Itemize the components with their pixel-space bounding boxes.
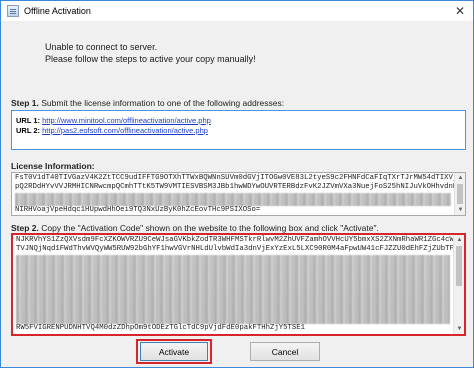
url-list: URL 1: http://www.minitool.com/offlineac…	[11, 110, 466, 150]
scroll-up-icon[interactable]: ▲	[454, 235, 464, 245]
step-2-text: Copy the "Activation Code" shown on the …	[38, 223, 379, 233]
license-info-label: License Information:	[11, 161, 95, 171]
step-1-prefix: Step 1.	[11, 98, 39, 108]
activate-button[interactable]: Activate	[140, 342, 208, 361]
step-2-prefix: Step 2.	[11, 223, 39, 233]
url-row-1: URL 1: http://www.minitool.com/offlineac…	[16, 116, 211, 125]
code-line-second: TVJNQjNqd1FWdThvWVQyWW5RUW92bGhYF1hwVGVr…	[16, 245, 463, 253]
scroll-thumb[interactable]	[457, 184, 463, 204]
code-line-last: RW5FVIGRENPUDNHTVQ4M0dzZDhpOm9tODEzTGlcT…	[16, 324, 306, 332]
code-line-first: NJKRVhYS1ZzQXVsdm9FcXZKOWVRZU9CeWJsaGVKb…	[16, 236, 466, 244]
error-message: Unable to connect to server. Please foll…	[45, 41, 256, 65]
url-row-2: URL 2: http://pas2.eofsoft.com/offlineac…	[16, 126, 208, 135]
license-scrollbar[interactable]: ▲ ▼	[454, 173, 465, 215]
url-1-link[interactable]: http://www.minitool.com/offlineactivatio…	[42, 116, 211, 125]
scroll-thumb[interactable]	[456, 246, 462, 286]
license-line-last: NIRHVoajVpeHdqc1HUpwdHhOei9TQ3NxUzByK0hZ…	[15, 206, 261, 214]
license-info-textbox[interactable]: FsT0V1dT40TIVGazV4K2ZtTCC9udIFFTG9OTXhTT…	[11, 172, 466, 216]
error-message-line-1: Unable to connect to server.	[45, 42, 158, 52]
error-message-line-2: Please follow the steps to active your c…	[45, 54, 256, 64]
license-line-first: FsT0V1dT40TIVGazV4K2ZtTCC9udIFFTG9OTXhTT…	[15, 174, 466, 182]
step-2-label: Step 2. Copy the "Activation Code" shown…	[11, 223, 379, 233]
redacted-code-text	[16, 255, 450, 324]
offline-activation-dialog: Offline Activation ✕ Unable to connect t…	[0, 0, 474, 368]
close-icon[interactable]: ✕	[453, 4, 467, 18]
step-1-label: Step 1. Submit the license information t…	[11, 98, 284, 108]
cancel-button[interactable]: Cancel	[250, 342, 320, 361]
scroll-down-icon[interactable]: ▼	[455, 205, 465, 215]
url-1-label: URL 1:	[16, 116, 41, 125]
redacted-license-text	[15, 193, 451, 206]
scroll-down-icon[interactable]: ▼	[454, 324, 464, 334]
window-title: Offline Activation	[24, 6, 91, 16]
scroll-up-icon[interactable]: ▲	[455, 173, 465, 183]
code-scrollbar[interactable]: ▲ ▼	[453, 235, 464, 334]
license-line-second: pQ2RDdHYvVVJRMHICNRwcmpQCmhTTtK5TW9VMTIE…	[15, 183, 458, 191]
app-icon	[7, 5, 19, 17]
activation-code-textbox[interactable]: NJKRVhYS1ZzQXVsdm9FcXZKOWVRZU9CeWJsaGVKb…	[11, 233, 466, 336]
url-2-link[interactable]: http://pas2.eofsoft.com/offlineactivatio…	[42, 126, 208, 135]
title-bar: Offline Activation ✕	[1, 1, 473, 21]
url-2-label: URL 2:	[16, 126, 41, 135]
step-1-text: Submit the license information to one of…	[38, 98, 285, 108]
